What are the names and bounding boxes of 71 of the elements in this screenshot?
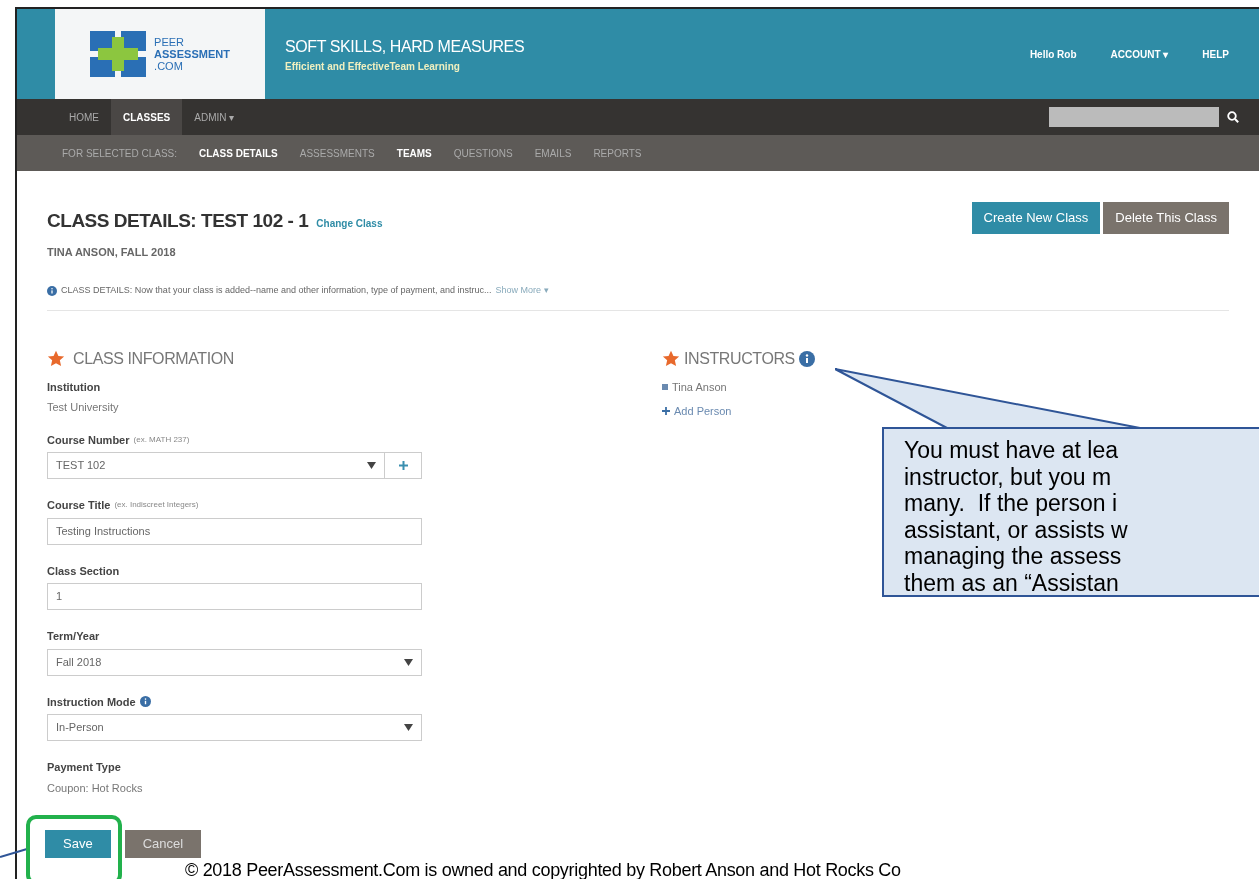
- input-field[interactable]: Testing Instructions: [47, 517, 422, 545]
- cancel-button[interactable]: Cancel: [124, 830, 202, 858]
- nav-tab[interactable]: CLASSES: [111, 99, 183, 135]
- caret-icon: [404, 658, 413, 666]
- page-title: CLASS DETAILS: TEST 102 - 1: [47, 209, 309, 233]
- instructor-name: Tina Anson: [672, 379, 727, 395]
- leader-line: [0, 845, 28, 859]
- save-button[interactable]: Save: [45, 830, 111, 858]
- add-person-link[interactable]: Add Person: [662, 403, 815, 420]
- info-text: CLASS DETAILS: Now that your class is added--name and other information, type of payment, and instruc...: [61, 284, 492, 297]
- caret-icon: [404, 724, 413, 731]
- callout-text: assistant, or assists w: [904, 516, 1129, 543]
- add-button[interactable]: [385, 452, 422, 479]
- section-heading: INSTRUCTORS: [684, 348, 795, 369]
- field-value: Test University: [47, 400, 120, 415]
- field-label: Course Number: [47, 432, 130, 448]
- star-icon: [662, 350, 680, 367]
- header-link[interactable]: ACCOUNT ▾: [1110, 46, 1169, 62]
- change-class-link[interactable]: Change Class: [316, 216, 383, 231]
- sub-nav-tab[interactable]: CLASS DETAILS: [199, 145, 278, 161]
- logo-icon: [90, 31, 147, 77]
- field-label: Course Title: [47, 498, 111, 513]
- copyright-text: © 2018 PeerAssessment.Com is owned and copyrighted by Robert Anson and Hot Rocks Co: [185, 861, 901, 879]
- input-field[interactable]: 1: [47, 583, 422, 610]
- field-hint: (ex. MATH 237): [133, 433, 190, 446]
- field-hint: (ex. Indiscreet Integers): [114, 499, 199, 512]
- logo-text: ASSESSMENT: [154, 48, 230, 60]
- field-label: Institution: [47, 379, 101, 395]
- field-value: Coupon: Hot Rocks: [47, 780, 144, 796]
- plus-icon: [398, 461, 408, 470]
- callout-text: managing the assess: [904, 543, 1123, 570]
- logo-text: PEER: [154, 36, 186, 48]
- caret-icon: [367, 462, 376, 469]
- search-field[interactable]: [1049, 107, 1219, 127]
- select-field[interactable]: In-Person: [47, 714, 422, 741]
- field-label: Instruction Mode: [47, 694, 136, 710]
- field-label: Term/Year: [47, 629, 100, 644]
- sub-nav-tab[interactable]: QUESTIONS: [453, 145, 513, 161]
- page-subtitle: TINA ANSON, FALL 2018: [47, 244, 177, 260]
- header-link[interactable]: HELP: [1202, 46, 1229, 62]
- select-field[interactable]: Fall 2018: [47, 648, 422, 676]
- sub-tagline: Efficient and EffectiveTeam Learning: [285, 59, 461, 74]
- logo[interactable]: PEER ASSESSMENT .COM: [55, 9, 265, 99]
- nav-tab[interactable]: HOME: [57, 99, 111, 135]
- select-field[interactable]: TEST 102: [47, 452, 385, 479]
- sub-nav-tab[interactable]: EMAILS: [534, 145, 572, 161]
- plus-icon: [662, 407, 670, 416]
- sub-nav-tab[interactable]: TEAMS: [396, 145, 432, 161]
- logo-text: .COM: [154, 60, 184, 72]
- tagline: SOFT SKILLS, HARD MEASURES: [285, 36, 525, 57]
- search-icon[interactable]: [1227, 111, 1239, 123]
- nav-tab[interactable]: ADMIN ▾: [182, 99, 247, 135]
- show-more-link[interactable]: Show More ▾: [495, 284, 549, 298]
- delete-class-button[interactable]: Delete This Class: [1103, 202, 1229, 234]
- field-label: Payment Type: [47, 760, 121, 775]
- callout-text: instructor, but you m: [904, 463, 1113, 490]
- info-icon: [798, 350, 815, 367]
- create-class-button[interactable]: Create New Class: [971, 202, 1101, 234]
- callout-text: them as an “Assistan: [904, 569, 1120, 596]
- info-icon: [47, 285, 57, 296]
- star-icon: [47, 350, 65, 367]
- sub-nav-tab[interactable]: REPORTS: [593, 145, 642, 161]
- header-link[interactable]: Hello Rob: [1029, 46, 1077, 62]
- field-label: Class Section: [47, 563, 120, 579]
- square-icon: [662, 383, 668, 390]
- callout-text: You must have at lea: [904, 437, 1119, 464]
- sub-nav-label: FOR SELECTED CLASS:: [62, 146, 178, 161]
- info-icon: [139, 696, 151, 708]
- callout-text: many. If the person i: [904, 490, 1119, 517]
- section-heading: CLASS INFORMATION: [73, 348, 234, 369]
- sub-nav-tab[interactable]: ASSESSMENTS: [299, 145, 375, 161]
